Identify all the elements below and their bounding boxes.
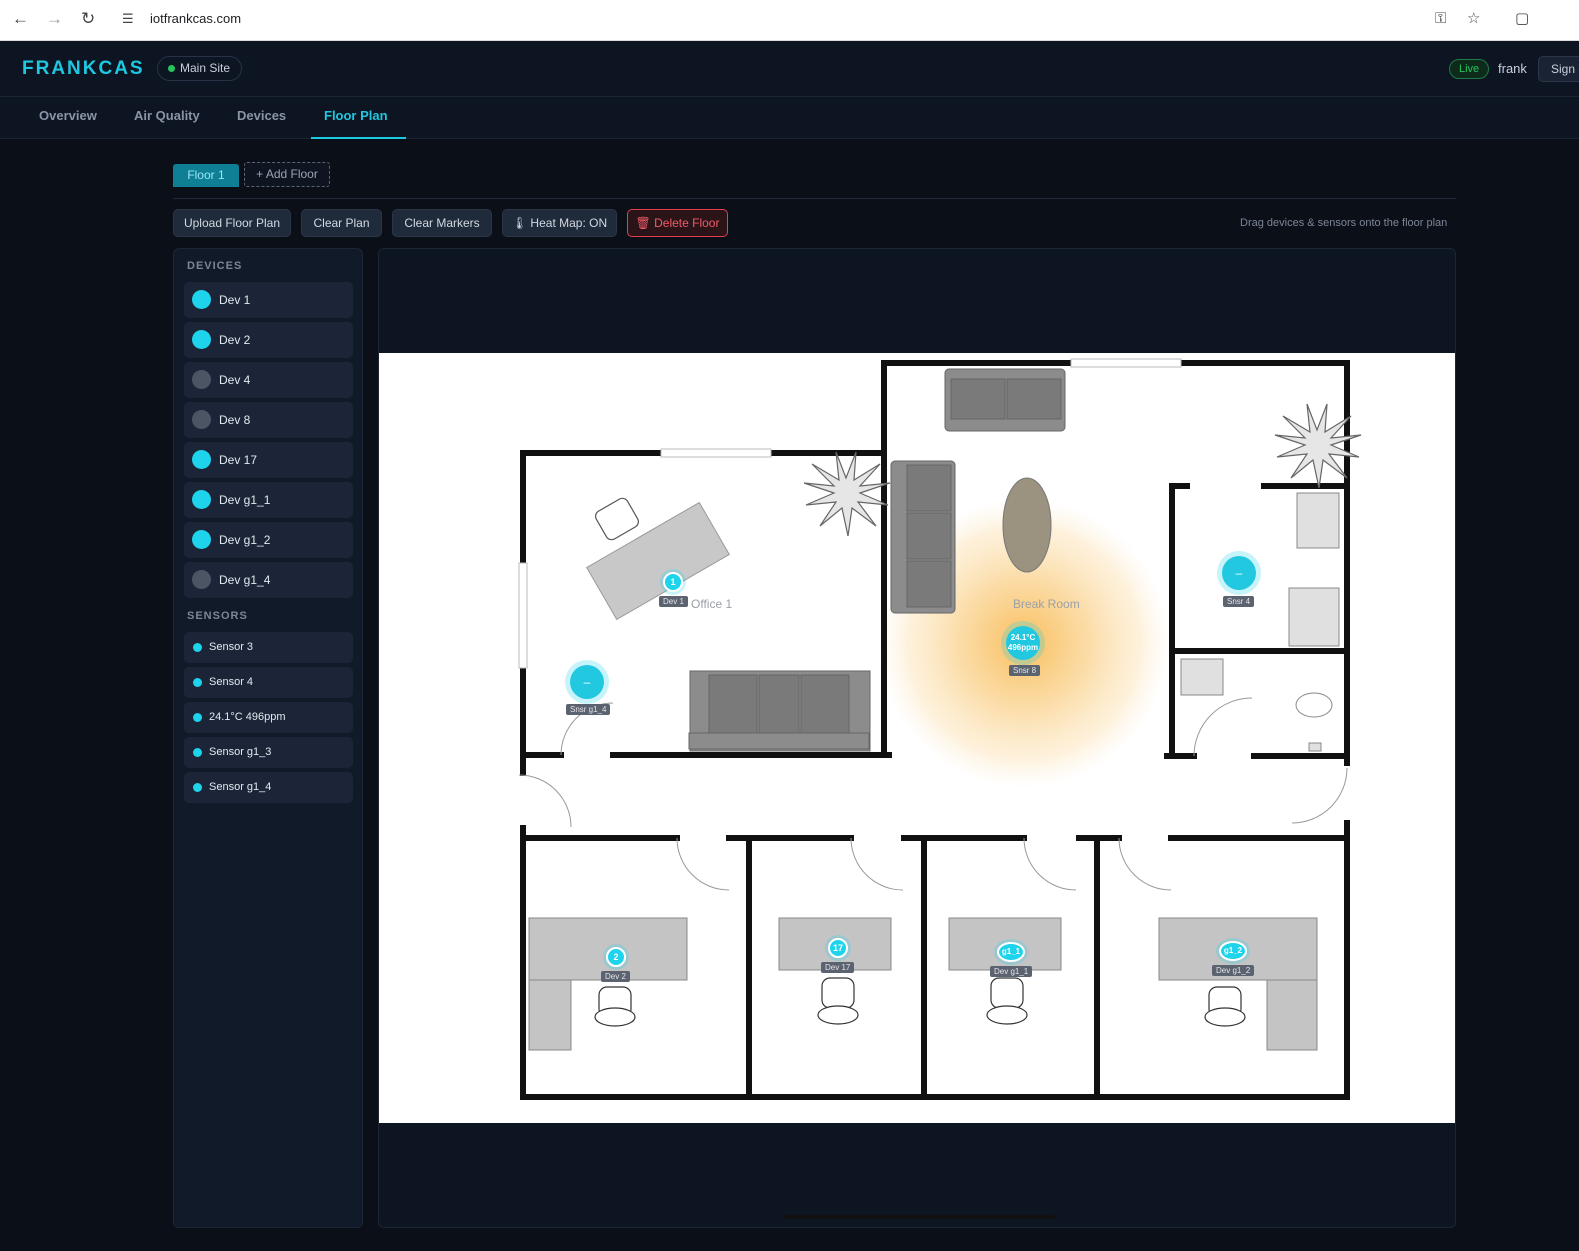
device-item[interactable]: Dev 2 [184,322,353,358]
sensor-item[interactable]: Sensor g1_3 [184,737,353,768]
sensors-section-title: SENSORS [187,610,248,622]
sensor-item[interactable]: Sensor 4 [184,667,353,698]
room-label-break-room: Break Room [1013,597,1080,611]
sensor-marker-label: Snsr 8 [1009,665,1041,676]
app-header: FRANKCAS Main Site Live frank Sign out [0,41,1579,97]
status-dot-icon [193,643,202,652]
divider [173,198,1456,199]
sensor-label: Sensor g1_4 [209,781,272,793]
device-marker-label: Dev 2 [601,971,630,982]
device-marker[interactable]: 17 [828,938,848,958]
tab-overview[interactable]: Overview [39,97,97,139]
sensor-item[interactable]: Sensor 3 [184,632,353,663]
device-item[interactable]: Dev 1 [184,282,353,318]
sensor-item[interactable]: 24.1°C 496ppm [184,702,353,733]
status-dot-icon [193,678,202,687]
sensor-label: Sensor 3 [209,641,254,653]
device-marker-label: Dev g1_1 [990,966,1033,977]
status-dot-icon [193,713,202,722]
sensor-label: Sensor g1_3 [209,746,272,758]
device-marker[interactable]: g1_1 [997,942,1025,962]
site-settings-icon[interactable]: ☰ [122,10,134,28]
device-marker[interactable]: g1_2 [1219,941,1247,961]
status-dot-icon [192,570,211,589]
clear-plan-button[interactable]: Clear Plan [301,209,382,237]
tab-floor-plan[interactable]: Floor Plan [311,97,406,139]
sensor-marker-label: Snsr g1_4 [566,704,611,715]
device-label: Dev 2 [219,333,251,347]
device-item[interactable]: Dev 17 [184,442,353,478]
main-tabs: Overview Air Quality Devices Floor Plan [0,97,1579,139]
devices-section-title: DEVICES [187,260,243,272]
sensor-marker[interactable]: 24.1°C 496ppm [1006,626,1040,660]
device-item[interactable]: Dev 4 [184,362,353,398]
device-label: Dev 8 [219,413,251,427]
device-marker-label: Dev 17 [821,962,855,973]
device-item[interactable]: Dev g1_4 [184,562,353,598]
back-arrow-icon[interactable]: ← [12,9,29,29]
sensor-item[interactable]: Sensor g1_4 [184,772,353,803]
room-label-office: Office 1 [691,597,733,611]
device-label: Dev 17 [219,453,258,467]
sensor-marker[interactable]: – [570,665,604,699]
sensor-label: 24.1°C 496ppm [209,711,286,723]
forward-arrow-icon[interactable]: → [46,9,63,29]
heat-map-toggle[interactable]: 🌡 Heat Map: ON [502,209,617,237]
site-selector[interactable]: Main Site [157,56,243,81]
address-bar[interactable]: iotfrankcas.com [150,11,241,26]
tab-air-quality[interactable]: Air Quality [134,97,200,139]
status-dot-icon [192,490,211,509]
user-name: frank [1498,61,1527,76]
status-dot-icon [192,410,211,429]
device-marker-label: Dev 1 [659,596,688,607]
device-label: Dev g1_2 [219,533,271,547]
status-dot-icon [192,450,211,469]
star-icon[interactable]: ☆ [1467,10,1480,28]
floor-plan-drawing [518,358,1362,1100]
reload-icon[interactable]: ↻ [81,9,95,29]
horizontal-scrollbar[interactable] [783,1215,1056,1219]
status-dot-icon [192,530,211,549]
add-floor-button[interactable]: + Add Floor [244,162,330,187]
status-dot-icon [192,330,211,349]
sensor-marker[interactable]: – [1222,556,1256,590]
device-item[interactable]: Dev 8 [184,402,353,438]
sensor-label: Sensor 4 [209,676,254,688]
status-dot-icon [192,290,211,309]
device-marker[interactable]: 2 [606,947,626,967]
brand-logo[interactable]: FRANKCAS [22,58,145,80]
device-label: Dev 4 [219,373,251,387]
floor-tab-1[interactable]: Floor 1 [173,164,239,187]
floor-plan-canvas[interactable]: Office 1 Break Room 1 Dev 1 2 Dev 2 17 D… [378,248,1456,1228]
clear-markers-button[interactable]: Clear Markers [392,209,492,237]
key-icon[interactable]: ⚿ [1435,10,1446,28]
status-dot-icon [193,748,202,757]
device-marker-label: Dev g1_2 [1212,965,1255,976]
device-item[interactable]: Dev g1_1 [184,482,353,518]
device-item[interactable]: Dev g1_2 [184,522,353,558]
drag-hint: Drag devices & sensors onto the floor pl… [1240,217,1448,229]
sign-out-button[interactable]: Sign out [1538,56,1579,82]
floor-plan-image[interactable]: Office 1 Break Room 1 Dev 1 2 Dev 2 17 D… [379,353,1455,1219]
device-label: Dev g1_1 [219,493,271,507]
browser-toolbar: ← → ↻ ☰ iotfrankcas.com ⚿ ☆ ▢ [0,0,1579,41]
live-status-badge: Live [1449,59,1490,79]
device-marker[interactable]: 1 [663,572,683,592]
device-label: Dev g1_4 [219,573,271,587]
status-dot-icon [193,783,202,792]
extensions-icon[interactable]: ▢ [1515,10,1529,28]
status-dot-icon [192,370,211,389]
delete-floor-button[interactable]: 🗑 Delete Floor [627,209,728,237]
tab-devices[interactable]: Devices [237,97,286,139]
upload-floor-plan-button[interactable]: Upload Floor Plan [173,209,291,237]
sidebar: DEVICES Dev 1 Dev 2 Dev 4 Dev 8 Dev 17 D… [173,248,363,1228]
device-label: Dev 1 [219,293,251,307]
sensor-marker-label: Snsr 4 [1223,596,1255,607]
